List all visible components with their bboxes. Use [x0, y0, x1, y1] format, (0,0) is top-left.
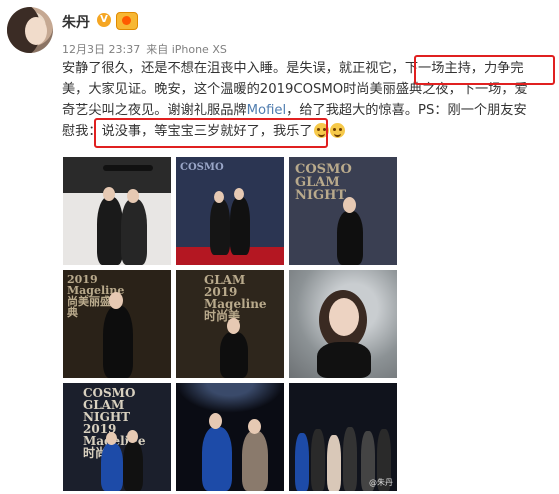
photo-6[interactable]	[289, 270, 397, 378]
photo-2-label: COSMO	[180, 162, 224, 173]
photo-8[interactable]	[176, 383, 284, 491]
photo-3-label: COSMO GLAM NIGHT	[295, 162, 352, 203]
avatar-face	[25, 17, 47, 45]
post-line-3-text: 奇艺尖叫之夜见。谢谢礼服品牌	[62, 103, 247, 118]
photo-5-label: GLAM 2019 Mageline 时尚美	[204, 273, 267, 323]
photo-4-label: 2019 Mageline 尚美丽盛典	[67, 273, 125, 319]
watermark: @朱丹	[369, 478, 393, 487]
photo-3[interactable]: COSMO GLAM NIGHT	[289, 157, 397, 265]
photo-2[interactable]: COSMO	[176, 157, 284, 265]
verified-badge-icon: V	[97, 13, 111, 27]
post-meta: 12月3日 23:37 来自 iPhone XS	[62, 41, 233, 57]
post-timestamp[interactable]: 12月3日 23:37	[62, 43, 140, 56]
post-source[interactable]: 来自 iPhone XS	[146, 43, 227, 56]
photo-7[interactable]: COSMO GLAM NIGHT 2019 Mageline 时尚美	[63, 383, 171, 491]
photo-5[interactable]: GLAM 2019 Mageline 时尚美	[176, 270, 284, 378]
medal-icon	[116, 12, 138, 30]
highlight-box-2	[94, 118, 328, 148]
photo-1[interactable]	[63, 157, 171, 265]
brand-link[interactable]: Mofiel	[247, 103, 287, 118]
highlight-box-1	[414, 55, 555, 85]
photo-9[interactable]: @朱丹	[289, 383, 397, 491]
author-name[interactable]: 朱丹	[62, 12, 90, 32]
avatar[interactable]	[7, 7, 53, 53]
post-line-3-rest: ，给了我超大的惊喜。PS：刚一个朋友安	[286, 103, 527, 118]
photo-4[interactable]: 2019 Mageline 尚美丽盛典	[63, 270, 171, 378]
laugh-cry-emoji-icon-2	[329, 123, 345, 138]
